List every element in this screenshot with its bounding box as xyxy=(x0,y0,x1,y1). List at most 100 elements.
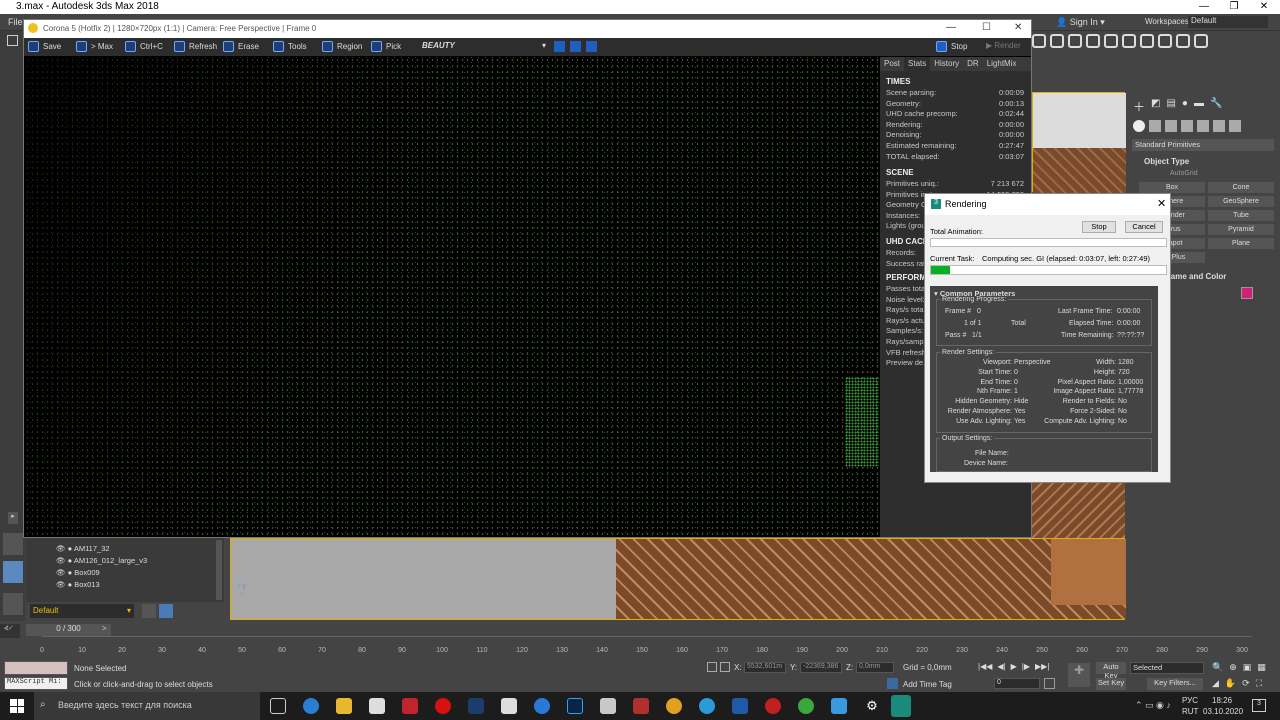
display-tab-icon[interactable]: ▬ xyxy=(1194,98,1204,115)
primitive-button-cone[interactable]: Cone xyxy=(1208,182,1274,193)
time-slider-next-icon[interactable]: > xyxy=(102,624,107,633)
ctrl-c-button[interactable]: Ctrl+C xyxy=(125,41,163,52)
time-slider-prev-icon[interactable]: < xyxy=(4,624,9,633)
scene-explorer-scrollbar[interactable] xyxy=(216,540,222,600)
expand-arrow-icon[interactable]: ▸ xyxy=(8,512,18,524)
current-frame-field[interactable]: 0 xyxy=(994,678,1040,689)
vfb-minimize-button[interactable]: — xyxy=(946,22,956,33)
spinner-snap-icon[interactable] xyxy=(1086,34,1100,48)
angle-snap-icon[interactable] xyxy=(1050,34,1064,48)
modify-tab-icon[interactable]: ◩ xyxy=(1151,98,1160,115)
vfb-maximize-button[interactable]: ☐ xyxy=(982,22,991,33)
scene-item[interactable]: 👁 ● AM117_32 xyxy=(56,544,110,553)
render-button[interactable]: ▶ Render xyxy=(986,41,1021,50)
utilities-tab-icon[interactable]: 🔧 xyxy=(1210,98,1222,115)
layer-icon[interactable] xyxy=(1140,34,1154,48)
scene-item[interactable]: 👁 ● AM126_012_large_v3 xyxy=(56,556,147,565)
close-button[interactable]: ✕ xyxy=(1250,0,1278,14)
stats-tab-stats[interactable]: Stats xyxy=(904,57,931,71)
notifications-icon[interactable]: 3 xyxy=(1252,699,1266,712)
menu-file[interactable]: File xyxy=(8,17,23,27)
viewport-layout-grid-icon[interactable] xyxy=(3,593,23,615)
visibility-eye-icon[interactable]: 👁 ● xyxy=(56,544,74,553)
layer-manager-icon[interactable] xyxy=(142,604,156,618)
language-indicator[interactable]: РУС xyxy=(1182,696,1198,705)
primitive-button-box[interactable]: Box xyxy=(1139,182,1205,193)
play-icon[interactable]: ▶ xyxy=(1011,662,1017,671)
task-view-icon[interactable] xyxy=(270,698,286,714)
to-max-button[interactable]: > Max xyxy=(76,41,113,52)
primitive-button-geosphere[interactable]: GeoSphere xyxy=(1208,196,1274,207)
maximize-button[interactable]: ❐ xyxy=(1220,0,1248,14)
photoshop-icon[interactable] xyxy=(567,698,583,714)
dialog-close-button[interactable]: ✕ xyxy=(1157,197,1166,210)
utorrent-icon[interactable] xyxy=(798,698,814,714)
geometry-icon[interactable] xyxy=(1133,120,1145,132)
timeline-ruler[interactable]: 0 10 20 30 40 50 60 70 80 90 100 110 120 130 140 150 160… xyxy=(40,636,1252,656)
material-editor-icon[interactable] xyxy=(1176,34,1190,48)
3dsmax-taskbar-icon[interactable] xyxy=(891,695,911,717)
stats-tab-post[interactable]: Post xyxy=(880,57,904,71)
stats-tab-lightmix[interactable]: LightMix xyxy=(983,57,1021,71)
save-button[interactable]: Save xyxy=(28,41,61,52)
go-to-end-icon[interactable]: ▶▶| xyxy=(1035,662,1049,671)
app-triangle-icon[interactable] xyxy=(600,698,616,714)
app-cyan-icon[interactable] xyxy=(831,698,847,714)
maximize-viewport-icon[interactable]: ⛶ xyxy=(1256,678,1262,689)
app-window-icon[interactable] xyxy=(501,698,517,714)
refresh-button[interactable]: Refresh xyxy=(174,41,217,52)
zoom-extents-icon[interactable]: ▣ xyxy=(1243,662,1252,673)
erase-button[interactable]: Erase xyxy=(223,41,259,52)
visibility-eye-icon[interactable]: 👁 ● xyxy=(56,556,74,565)
systems-icon[interactable] xyxy=(1229,120,1241,132)
layout-indicator[interactable]: RUT xyxy=(1182,707,1198,716)
opera-icon[interactable] xyxy=(435,698,451,714)
zoom-in-icon[interactable] xyxy=(554,41,565,52)
app-red2-icon[interactable] xyxy=(633,698,649,714)
clock-date[interactable]: 03.10.2020 xyxy=(1203,707,1243,716)
app-red3-icon[interactable] xyxy=(765,698,781,714)
store-icon[interactable] xyxy=(369,698,385,714)
zoom-out-icon[interactable] xyxy=(570,41,581,52)
go-to-start-icon[interactable]: |◀◀ xyxy=(978,662,992,671)
channel-dropdown-arrow-icon[interactable]: ▾ xyxy=(542,41,546,50)
mirror-icon[interactable] xyxy=(1104,34,1118,48)
primitive-button-tube[interactable]: Tube xyxy=(1208,210,1274,221)
add-time-tag-button[interactable]: Add Time Tag xyxy=(903,680,952,689)
absolute-mode-icon[interactable] xyxy=(720,662,730,672)
stop-button[interactable]: Stop xyxy=(936,41,967,52)
orbit-icon[interactable]: ⟳ xyxy=(1242,678,1250,689)
y-coordinate-field[interactable]: -22369,386 xyxy=(800,662,842,673)
lights-icon[interactable] xyxy=(1165,120,1177,132)
cameras-icon[interactable] xyxy=(1181,120,1193,132)
primitive-type-dropdown[interactable]: Standard Primitives xyxy=(1132,139,1274,151)
z-coordinate-field[interactable]: 0,0mm xyxy=(856,662,894,673)
scene-explorer-toggle-icon[interactable] xyxy=(159,604,173,618)
set-key-icon[interactable]: ✚ xyxy=(1068,663,1090,687)
zoom-fit-icon[interactable] xyxy=(586,41,597,52)
viewport-layout-active-icon[interactable] xyxy=(3,561,23,583)
sign-in-button[interactable]: 👤 Sign In ▾ xyxy=(1056,17,1105,28)
perspective-viewport[interactable]: ↑ y → xyxy=(230,538,1126,620)
app-red-icon[interactable] xyxy=(402,698,418,714)
stats-tab-history[interactable]: History xyxy=(930,57,963,71)
set-key-button[interactable]: Set Key xyxy=(1096,678,1126,690)
visibility-eye-icon[interactable]: 👁 ● xyxy=(56,580,74,589)
region-button[interactable]: Region xyxy=(322,41,362,52)
viewport-top-right[interactable] xyxy=(1032,92,1126,193)
primitive-button-plane[interactable]: Plane xyxy=(1208,238,1274,249)
helpers-icon[interactable] xyxy=(1197,120,1209,132)
x-coordinate-field[interactable]: 5532,601m xyxy=(744,662,786,673)
create-tab-icon[interactable]: ＋ xyxy=(1133,98,1145,115)
workspace-dropdown[interactable]: Default xyxy=(1188,16,1268,28)
curve-editor-icon[interactable] xyxy=(1158,34,1172,48)
render-image[interactable] xyxy=(25,57,879,537)
stats-tab-dr[interactable]: DR xyxy=(963,57,983,71)
fov-icon[interactable]: ◢ xyxy=(1212,678,1219,689)
time-config-icon[interactable] xyxy=(1044,678,1055,689)
zoom-all-icon[interactable]: ⊕ xyxy=(1229,662,1237,673)
pick-button[interactable]: Pick xyxy=(371,41,401,52)
align-icon[interactable] xyxy=(1122,34,1136,48)
object-color-swatch[interactable] xyxy=(1241,287,1253,299)
maxscript-listener-pink[interactable] xyxy=(4,661,68,675)
